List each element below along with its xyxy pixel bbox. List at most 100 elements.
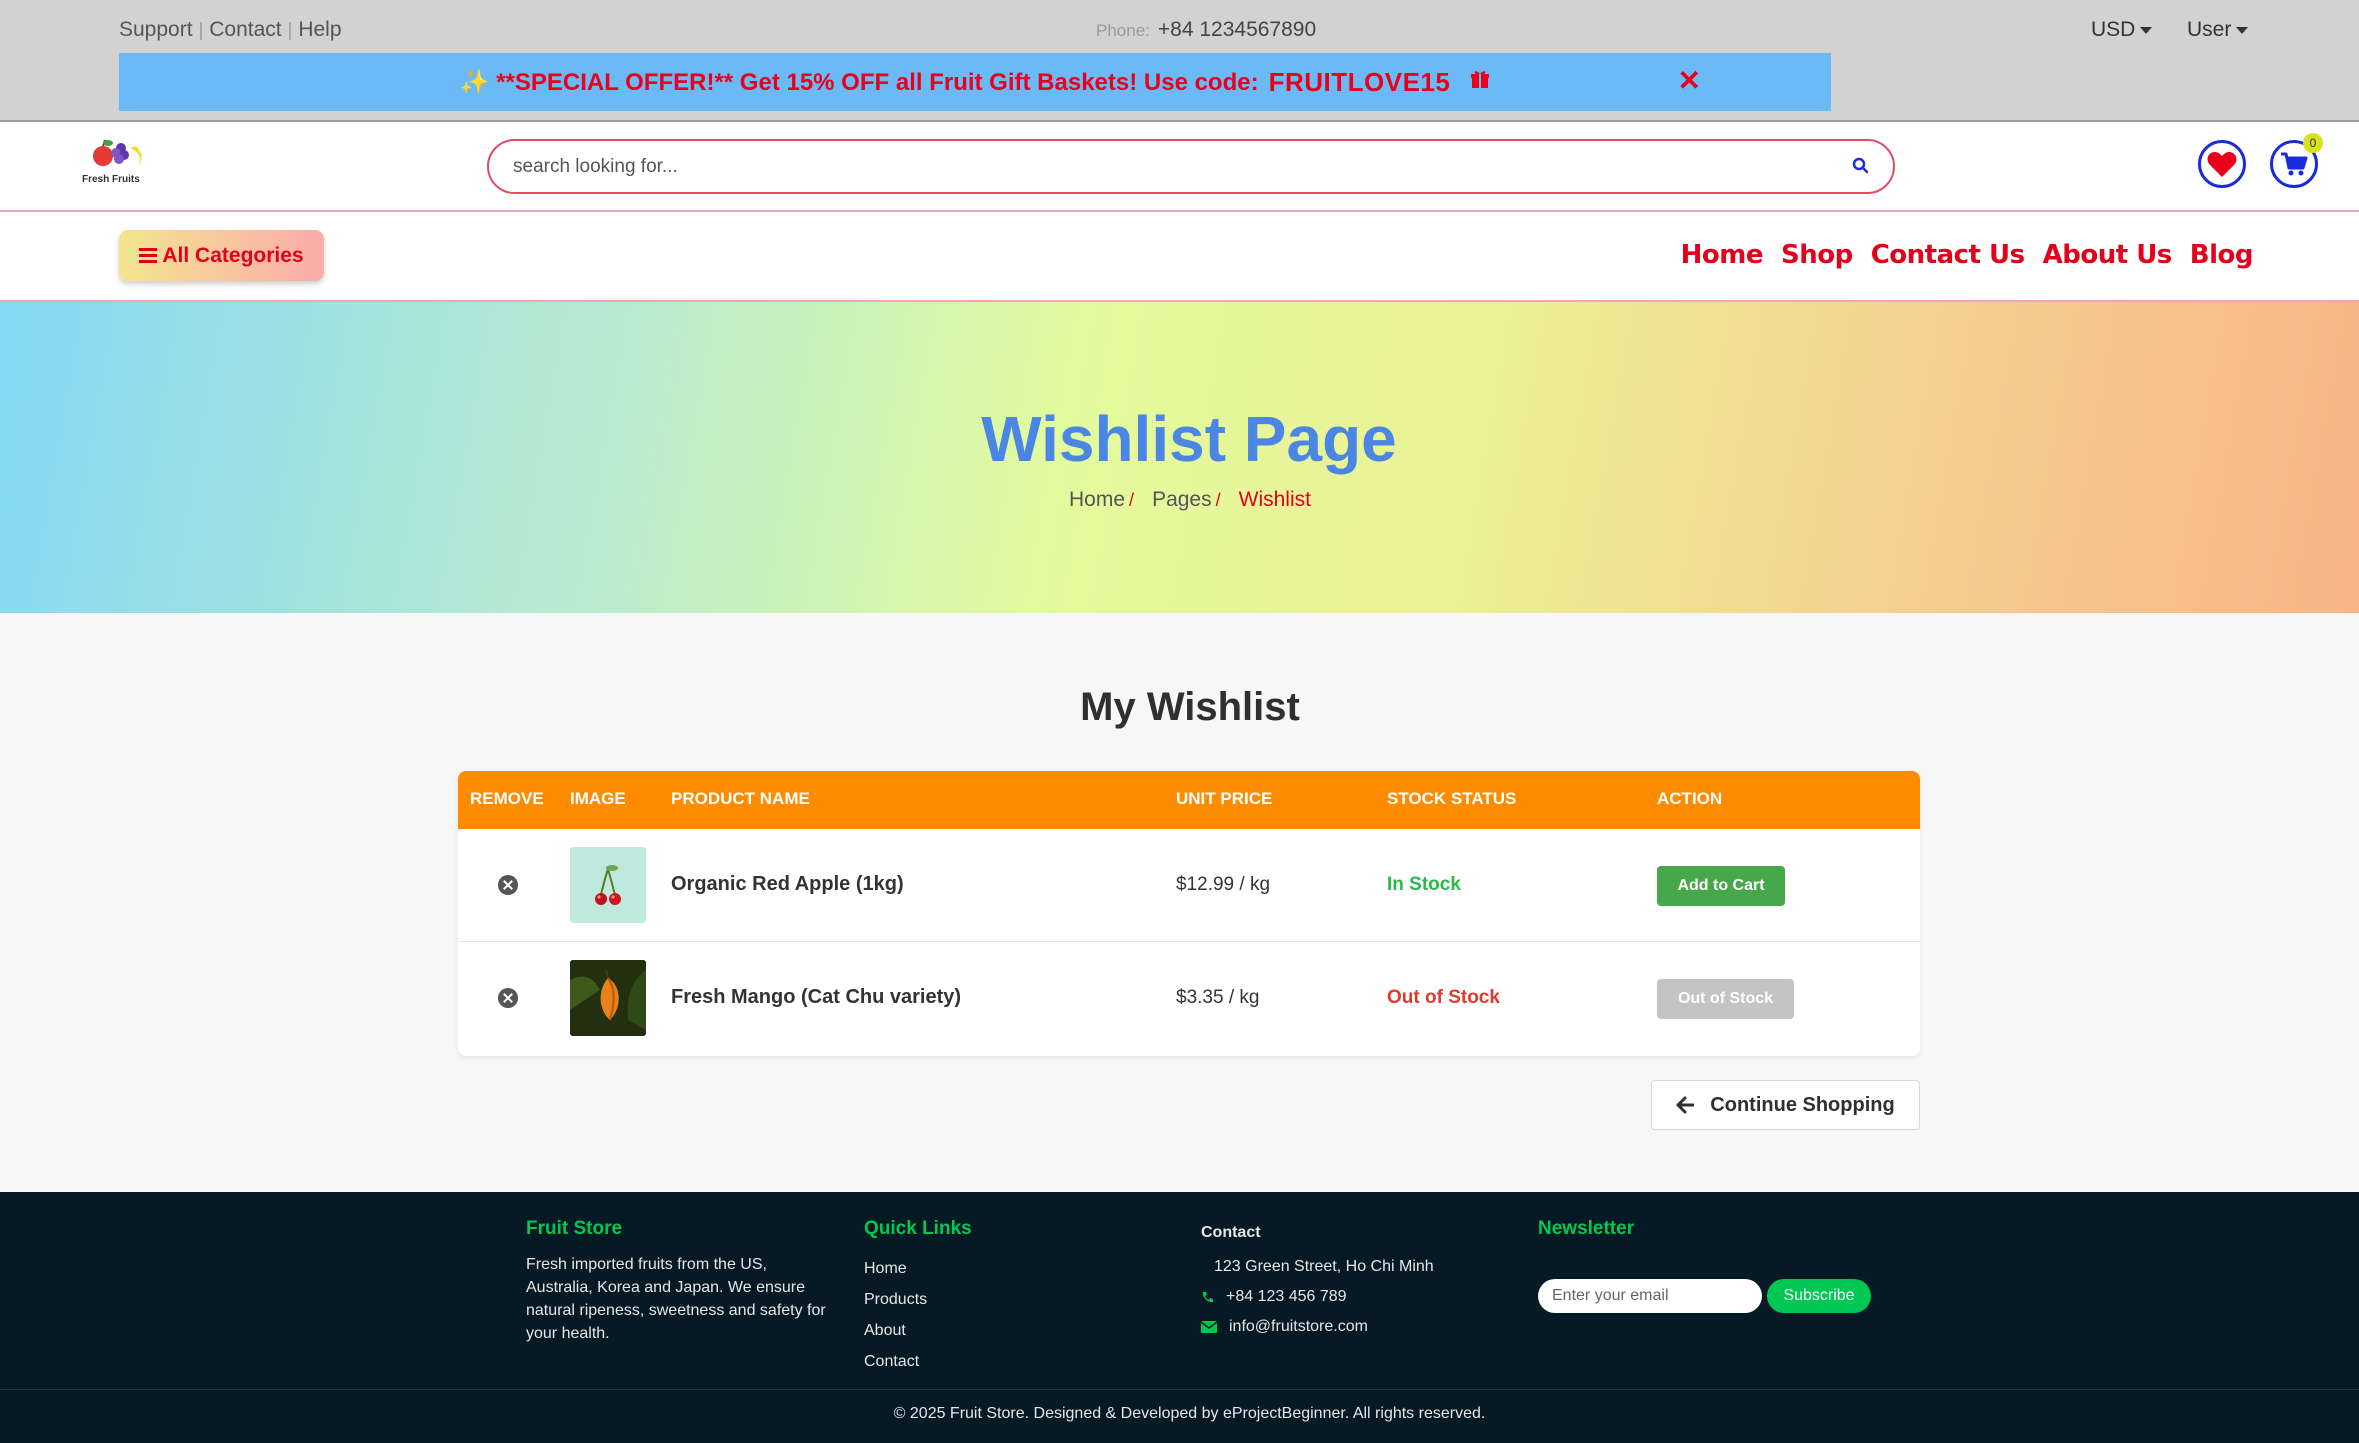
phone-info: Phone: +84 1234567890 [1096, 18, 1316, 42]
breadcrumb: Home / Pages / Wishlist [0, 488, 2359, 512]
cart-icon [2281, 152, 2308, 176]
footer-about: Fruit Store Fresh imported fruits from t… [526, 1218, 836, 1345]
col-unit-price: UNIT PRICE [1176, 789, 1273, 808]
continue-shopping-button[interactable]: Continue Shopping [1651, 1080, 1920, 1130]
phone-number: +84 1234567890 [1157, 18, 1317, 41]
footer-links-title: Quick Links [864, 1218, 972, 1239]
cart-button[interactable]: 0 [2270, 133, 2323, 188]
remove-icon[interactable] [498, 875, 518, 895]
table-row: Fresh Mango (Cat Chu variety) $3.35 / kg… [458, 942, 1920, 1055]
top-bar: Support | Contact | Help Phone: +84 123456789… [0, 0, 2359, 122]
divider: | [287, 20, 293, 40]
mango-icon [570, 960, 646, 1036]
col-remove: REMOVE [470, 789, 544, 808]
footer-address: 123 Green Street, Ho Chi Minh [1201, 1252, 1434, 1282]
footer-newsletter-title: Newsletter [1538, 1218, 1635, 1239]
site-header: Fresh Fruits 0 [0, 122, 2359, 212]
phone-text: +84 123 456 789 [1226, 1288, 1347, 1305]
stock-status: In Stock [1387, 874, 1461, 895]
footer-link-contact[interactable]: Contact [864, 1346, 972, 1377]
continue-shopping-label: Continue Shopping [1710, 1093, 1895, 1116]
col-product-name: PRODUCT NAME [671, 789, 810, 808]
help-link[interactable]: Help [298, 18, 341, 41]
address-text: 123 Green Street, Ho Chi Minh [1214, 1258, 1434, 1275]
special-offer-banner: ✨ **SPECIAL OFFER!** Get 15% OFF all Fru… [119, 53, 1831, 111]
logo-text: Fresh Fruits [82, 174, 140, 185]
all-categories-label: All Categories [162, 243, 304, 267]
footer-about-title: Fruit Store [526, 1218, 623, 1239]
support-link[interactable]: Support [119, 18, 193, 41]
wishlist-title: My Wishlist [1080, 685, 1300, 729]
col-stock-status: STOCK STATUS [1387, 789, 1517, 808]
search-icon[interactable] [1851, 156, 1871, 176]
footer-link-products[interactable]: Products [864, 1284, 972, 1315]
all-categories-button[interactable]: All Categories [119, 230, 324, 281]
heart-icon [2207, 152, 2237, 177]
unit-price: $3.35 / kg [1176, 987, 1260, 1008]
currency-dropdown[interactable]: USD [2091, 18, 2153, 42]
breadcrumb-home[interactable]: Home [1069, 488, 1125, 511]
search-input[interactable] [513, 153, 1813, 181]
site-footer: Fruit Store Fresh imported fruits from t… [0, 1192, 2359, 1443]
fruits-logo-icon [93, 139, 142, 166]
footer-contact: Contact 123 Green Street, Ho Chi Minh +8… [1201, 1218, 1434, 1342]
product-name[interactable]: Fresh Mango (Cat Chu variety) [671, 986, 961, 1009]
offer-text: ✨ **SPECIAL OFFER!** Get 15% OFF all Fru… [459, 68, 1259, 96]
top-links: Support | Contact | Help [119, 18, 342, 42]
col-action: ACTION [1657, 789, 1723, 808]
currency-label: USD [2091, 18, 2136, 41]
footer-link-home[interactable]: Home [864, 1253, 972, 1284]
table-header: REMOVE IMAGE PRODUCT NAME UNIT PRICE STO… [458, 771, 1920, 829]
email-text: info@fruitstore.com [1229, 1318, 1368, 1335]
product-name[interactable]: Organic Red Apple (1kg) [671, 873, 904, 896]
out-of-stock-button: Out of Stock [1657, 979, 1794, 1019]
contact-link[interactable]: Contact [209, 18, 281, 41]
chevron-down-icon [2140, 26, 2153, 34]
add-to-cart-button[interactable]: Add to Cart [1657, 866, 1785, 906]
cart-count-badge: 0 [2303, 133, 2323, 153]
newsletter-email-input[interactable] [1538, 1279, 1762, 1313]
breadcrumb-current: Wishlist [1238, 488, 1311, 511]
footer-link-about[interactable]: About [864, 1315, 972, 1346]
phone-icon [1202, 1291, 1213, 1302]
footer-email: info@fruitstore.com [1201, 1312, 1434, 1342]
footer-phone: +84 123 456 789 [1201, 1282, 1434, 1312]
wishlist-table: REMOVE IMAGE PRODUCT NAME UNIT PRICE STO… [458, 771, 1920, 1056]
stock-status: Out of Stock [1387, 987, 1500, 1008]
breadcrumb-separator: / [1215, 490, 1221, 510]
divider: | [198, 20, 204, 40]
gift-icon [1470, 69, 1490, 95]
footer-quick-links: Quick Links Home Products About Contact [864, 1218, 972, 1377]
footer-contact-title: Contact [1201, 1224, 1261, 1241]
page-hero: Wishlist Page Home / Pages / Wishlist [0, 302, 2359, 613]
breadcrumb-separator: / [1129, 490, 1135, 510]
main-nav: All Categories Home Shop Contact Us Abou… [0, 212, 2359, 302]
remove-icon[interactable] [498, 988, 518, 1008]
page-title: Wishlist Page [981, 403, 1397, 475]
breadcrumb-pages[interactable]: Pages [1152, 488, 1212, 511]
table-row: Organic Red Apple (1kg) $12.99 / kg In S… [458, 829, 1920, 942]
subscribe-button[interactable]: Subscribe [1767, 1279, 1871, 1313]
unit-price: $12.99 / kg [1176, 874, 1271, 895]
wishlist-button[interactable] [2198, 140, 2246, 188]
nav-shop[interactable]: Shop [1781, 240, 1853, 270]
nav-contact-us[interactable]: Contact Us [1871, 240, 2025, 270]
envelope-icon [1201, 1321, 1217, 1333]
footer-newsletter: Newsletter Subscribe [1538, 1218, 1878, 1328]
user-dropdown[interactable]: User [2187, 18, 2249, 42]
logo[interactable]: Fresh Fruits [82, 134, 152, 194]
product-image [570, 960, 646, 1036]
footer-about-text: Fresh imported fruits from the US, Austr… [526, 1256, 826, 1342]
close-icon[interactable]: ✕ [1678, 67, 1701, 95]
nav-menu: Home Shop Contact Us About Us Blog [1681, 240, 2254, 270]
product-image [570, 847, 646, 923]
col-image: IMAGE [570, 789, 626, 808]
chevron-down-icon [2236, 26, 2249, 34]
phone-label: Phone: [1096, 21, 1150, 40]
user-label: User [2187, 18, 2232, 41]
arrow-left-icon [1676, 1096, 1695, 1114]
cherry-icon [595, 865, 621, 905]
nav-blog[interactable]: Blog [2190, 240, 2254, 270]
nav-home[interactable]: Home [1681, 240, 1764, 270]
nav-about-us[interactable]: About Us [2043, 240, 2173, 270]
